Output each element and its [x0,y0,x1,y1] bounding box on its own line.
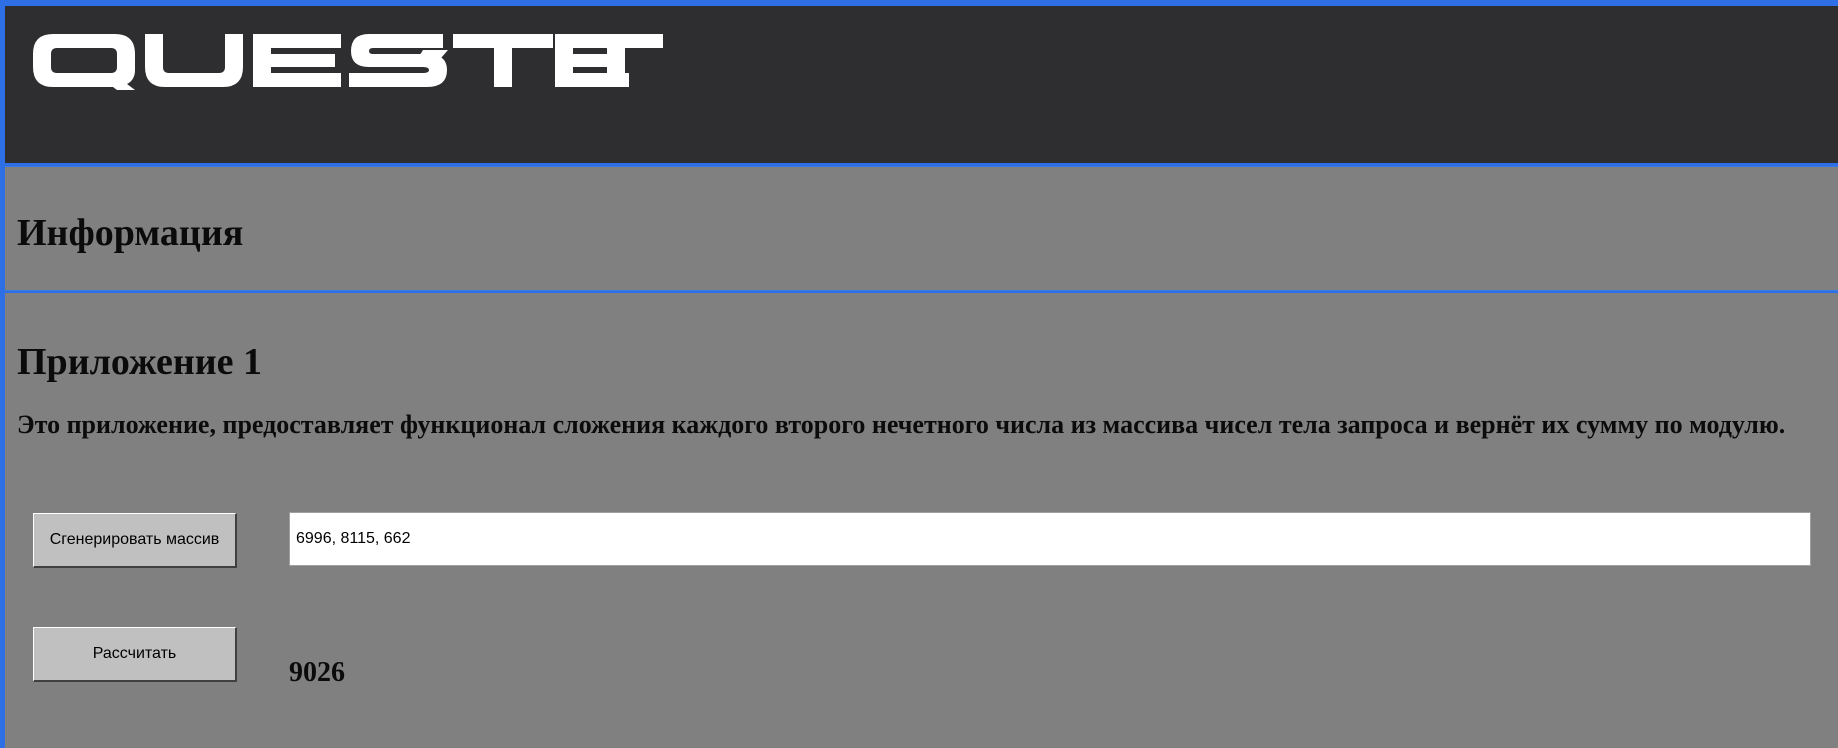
app-title: Приложение 1 [17,341,263,383]
calculate-button[interactable]: Рассчитать [33,627,237,682]
array-input[interactable] [289,512,1811,566]
app-description: Это приложение, предоставляет функционал… [17,410,1786,439]
app-section: Приложение 1 Это приложение, предоставля… [5,293,1838,748]
result-value: 9026 [289,657,345,688]
page-frame: Информация Приложение 1 Это приложение, … [5,6,1838,748]
info-section: Информация [5,166,1838,291]
generate-array-button[interactable]: Сгенерировать массив [33,513,237,568]
quest-test-logo [33,34,663,90]
info-title: Информация [17,212,244,254]
site-header [5,6,1838,163]
